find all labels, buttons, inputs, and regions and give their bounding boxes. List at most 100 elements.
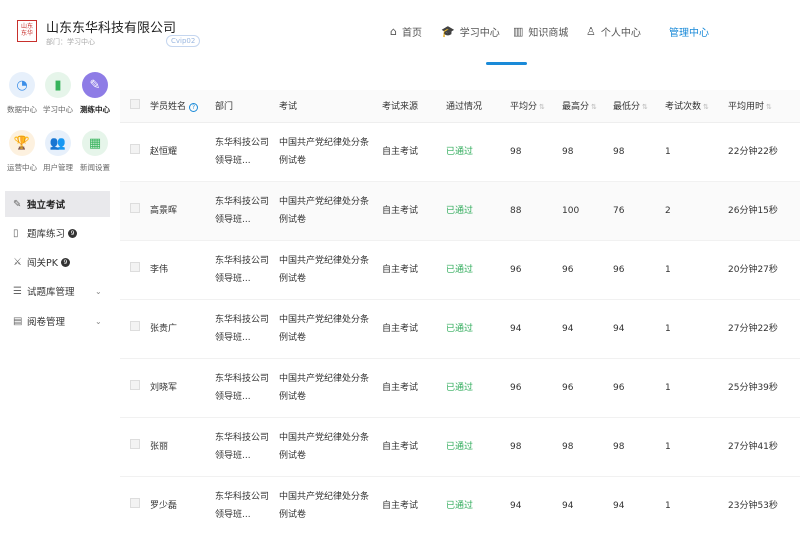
sidebar: ◔ 数据中心 ▮ 学习中心 ✎ 测练中心 🏆 运营中心 👥 用户管理 ▦ 新闻设… [0, 66, 112, 533]
cell-min-score: 96 [613, 358, 665, 418]
row-checkbox[interactable] [120, 181, 150, 241]
cell-min-score: 76 [613, 181, 665, 241]
row-checkbox[interactable] [120, 358, 150, 418]
help-icon[interactable]: ? [189, 103, 199, 113]
module-learning-center[interactable]: ▮ 学习中心 [43, 72, 73, 115]
cell-exam-name: 中国共产党纪律处分条例试卷 [279, 240, 382, 300]
cell-attempt-count: 1 [665, 417, 728, 477]
pie-chart-icon: ◔ [9, 72, 35, 98]
pencil-icon: ✎ [82, 72, 108, 98]
cell-max-score: 100 [562, 181, 613, 241]
table-row[interactable]: 李伟 东华科技公司领导班... 中国共产党纪律处分条例试卷 自主考试 已通过 96 96 96… [120, 240, 800, 300]
cell-department: 东华科技公司领导班... [215, 181, 279, 241]
cell-pass-status: 已通过 [446, 358, 510, 418]
top-header: 山东 东华 山东东华科技有限公司 部门：学习中心 Cvip02 ⌂ 首页 🎓 学… [0, 0, 800, 66]
cell-student-name: 张贵广 [150, 299, 215, 359]
row-checkbox[interactable] [120, 476, 150, 533]
cell-exam-name: 中国共产党纪律处分条例试卷 [279, 122, 382, 182]
table-row[interactable]: 张丽 东华科技公司领导班... 中国共产党纪律处分条例试卷 自主考试 已通过 98 98 98… [120, 417, 800, 477]
cell-pass-status: 已通过 [446, 417, 510, 477]
cell-average-time: 23分钟53秒 [728, 476, 800, 533]
cell-average-time: 20分钟27秒 [728, 240, 800, 300]
table-row[interactable]: 张贵广 东华科技公司领导班... 中国共产党纪律处分条例试卷 自主考试 已通过 94 94 9… [120, 299, 800, 359]
cell-pass-status: 已通过 [446, 240, 510, 300]
cell-average-score: 88 [510, 181, 562, 241]
nav-learning-center[interactable]: 🎓 学习中心 [441, 24, 500, 39]
chevron-down-icon: ⌄ [95, 316, 102, 326]
col-max-score[interactable]: 最高分 ⇅ [562, 90, 613, 123]
module-data-center[interactable]: ◔ 数据中心 [7, 72, 37, 115]
cell-exam-name: 中国共产党纪律处分条例试卷 [279, 476, 382, 533]
col-average-score[interactable]: 平均分 ⇅ [510, 90, 562, 123]
cell-attempt-count: 1 [665, 299, 728, 359]
cell-average-time: 26分钟15秒 [728, 181, 800, 241]
cell-pass-status: 已通过 [446, 299, 510, 359]
cell-min-score: 98 [613, 122, 665, 182]
cell-average-time: 27分钟41秒 [728, 417, 800, 477]
cell-exam-source: 自主考试 [382, 181, 446, 241]
cell-exam-source: 自主考试 [382, 358, 446, 418]
table-row[interactable]: 高景晖 东华科技公司领导班... 中国共产党纪律处分条例试卷 自主考试 已通过 88 100… [120, 181, 800, 241]
cell-exam-name: 中国共产党纪律处分条例试卷 [279, 417, 382, 477]
cell-min-score: 94 [613, 476, 665, 533]
menu-challenge-pk[interactable]: ⚔ 闯关PK 9 [5, 249, 110, 275]
cell-min-score: 96 [613, 240, 665, 300]
col-average-time[interactable]: 平均用时 ⇅ [728, 90, 800, 123]
cell-max-score: 98 [562, 122, 613, 182]
cell-student-name: 罗少磊 [150, 476, 215, 533]
row-checkbox[interactable] [120, 122, 150, 182]
col-student-name: 学员姓名? [150, 90, 215, 123]
cell-min-score: 94 [613, 299, 665, 359]
col-attempt-count[interactable]: 考试次数 ⇅ [665, 90, 728, 123]
cell-max-score: 94 [562, 476, 613, 533]
cell-department: 东华科技公司领导班... [215, 358, 279, 418]
menu-independent-exam[interactable]: ✎ 独立考试 [5, 191, 110, 217]
cell-attempt-count: 2 [665, 181, 728, 241]
menu-question-library-management[interactable]: ☰ 试题库管理 ⌄ [5, 278, 110, 304]
books-icon: ▥ [513, 25, 524, 38]
company-name: 山东东华科技有限公司 [46, 21, 177, 36]
cell-department: 东华科技公司领导班... [215, 417, 279, 477]
row-checkbox[interactable] [120, 299, 150, 359]
sort-icon: ⇅ [642, 103, 648, 112]
row-checkbox[interactable] [120, 417, 150, 477]
table-row[interactable]: 赵恒耀 东华科技公司领导班... 中国共产党纪律处分条例试卷 自主考试 已通过 98 98 9… [120, 122, 800, 182]
cell-exam-name: 中国共产党纪律处分条例试卷 [279, 299, 382, 359]
module-operations-center[interactable]: 🏆 运营中心 [7, 130, 37, 173]
cell-average-score: 98 [510, 122, 562, 182]
sort-icon: ⇅ [591, 103, 597, 112]
cell-exam-source: 自主考试 [382, 299, 446, 359]
cell-pass-status: 已通过 [446, 181, 510, 241]
table-row[interactable]: 罗少磊 东华科技公司领导班... 中国共产党纪律处分条例试卷 自主考试 已通过 94 94 9… [120, 476, 800, 533]
nav-knowledge-mall[interactable]: ▥ 知识商城 [513, 24, 568, 39]
module-test-center[interactable]: ✎ 测练中心 [80, 72, 110, 115]
menu-question-bank-practice[interactable]: ▯ 题库练习 9 [5, 220, 110, 246]
cell-exam-source: 自主考试 [382, 122, 446, 182]
cell-average-time: 22分钟22秒 [728, 122, 800, 182]
module-news-settings[interactable]: ▦ 新闻设置 [80, 130, 110, 173]
book-open-icon: ▯ [13, 227, 19, 239]
cell-student-name: 赵恒耀 [150, 122, 215, 182]
sort-icon: ⇅ [703, 103, 709, 112]
menu-grading-management[interactable]: ▤ 阅卷管理 ⌄ [5, 308, 110, 334]
select-all-checkbox[interactable] [120, 90, 150, 123]
nav-active-indicator [486, 62, 527, 65]
module-user-management[interactable]: 👥 用户管理 [43, 130, 73, 173]
cell-attempt-count: 1 [665, 122, 728, 182]
cell-average-score: 96 [510, 240, 562, 300]
sort-icon: ⇅ [539, 103, 545, 112]
cell-average-score: 96 [510, 358, 562, 418]
cell-attempt-count: 1 [665, 476, 728, 533]
cell-department: 东华科技公司领导班... [215, 240, 279, 300]
cell-average-time: 25分钟39秒 [728, 358, 800, 418]
cell-student-name: 高景晖 [150, 181, 215, 241]
cell-max-score: 96 [562, 240, 613, 300]
nav-management-center[interactable]: 管理中心 [669, 24, 709, 39]
cell-exam-name: 中国共产党纪律处分条例试卷 [279, 358, 382, 418]
col-min-score[interactable]: 最低分 ⇅ [613, 90, 665, 123]
nav-personal-center[interactable]: ♙ 个人中心 [586, 24, 641, 39]
row-checkbox[interactable] [120, 240, 150, 300]
table-row[interactable]: 刘晓军 东华科技公司领导班... 中国共产党纪律处分条例试卷 自主考试 已通过 96 96 9… [120, 358, 800, 418]
vip-badge: Cvip02 [166, 35, 201, 47]
nav-home[interactable]: ⌂ 首页 [390, 24, 422, 39]
